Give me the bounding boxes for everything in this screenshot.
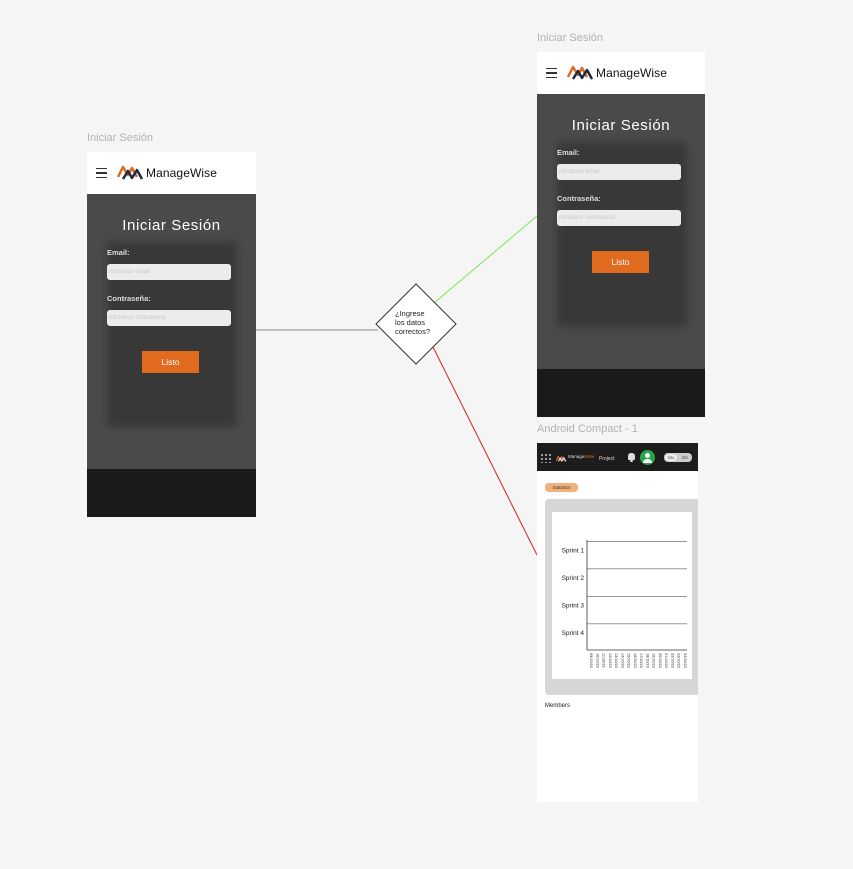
- connector-decision-yes: [433, 215, 538, 304]
- brand-name: ManageWise: [146, 166, 218, 180]
- brand-suffix: Wise: [584, 454, 595, 459]
- x-tick-label: 15/10/23: [627, 653, 631, 668]
- decision-line-2: los datos: [395, 318, 426, 327]
- x-tick-label: 16/10/23: [633, 653, 637, 668]
- x-tick-label: 21/10/23: [664, 653, 668, 668]
- decision-line-1: ¿Ingrese: [395, 309, 425, 318]
- members-heading: Members: [545, 703, 571, 709]
- bell-icon[interactable]: [628, 453, 635, 462]
- login-screen-left: ManageWise Iniciar Sesión Email: Contras…: [87, 152, 256, 517]
- email-input[interactable]: [107, 264, 231, 280]
- login-title: Iniciar Sesión: [571, 117, 671, 134]
- x-tick-label: 12/10/23: [608, 653, 612, 668]
- email-label: Email:: [557, 148, 580, 157]
- dashboard-brand: ManageWise: [568, 454, 594, 459]
- hamburger-menu-icon[interactable]: [96, 167, 107, 179]
- lang-en-option[interactable]: EN: [665, 454, 677, 461]
- connector-decision-no: [432, 346, 538, 556]
- grid-icon[interactable]: [540, 453, 552, 463]
- project-menu[interactable]: Project: [599, 456, 615, 462]
- x-tick-label: 23/10/23: [677, 653, 681, 668]
- x-tick-label: 22/10/23: [670, 653, 674, 668]
- password-input[interactable]: [107, 310, 231, 326]
- x-tick-label: 18/10/23: [645, 653, 649, 668]
- password-label: Contraseña:: [107, 294, 151, 303]
- x-tick-label: 14/10/23: [620, 653, 624, 668]
- sprint-chart-svg: Sprint 1 Sprint 2 Sprint 3 Sprint 4 09/10/23…: [562, 540, 687, 668]
- sprint-label-3: Sprint 3: [562, 602, 585, 609]
- sprint-chart: Sprint 1 Sprint 2 Sprint 3 Sprint 4 09/10/23…: [552, 512, 692, 679]
- android-dashboard: ManageWise Project EN ES Statistics Spri…: [537, 443, 698, 802]
- x-tick-label: 11/10/23: [602, 653, 606, 668]
- managewise-logo-icon: [555, 455, 567, 463]
- x-tick-label: 17/10/23: [639, 653, 643, 668]
- password-label: Contraseña:: [557, 194, 601, 203]
- sprint-label-1: Sprint 1: [562, 547, 585, 554]
- login-topbar: ManageWise: [537, 52, 705, 94]
- sprint-label-4: Sprint 4: [562, 630, 585, 637]
- dashboard-topbar: ManageWise Project EN ES: [537, 443, 698, 471]
- email-input[interactable]: [557, 164, 681, 180]
- hamburger-menu-icon[interactable]: [546, 67, 557, 79]
- login-footer: [87, 469, 256, 517]
- brand-logo: ManageWise: [567, 63, 667, 83]
- brand-prefix: Manage: [568, 454, 585, 459]
- login-screen-right: ManageWise Iniciar Sesión Email: Contras…: [537, 52, 705, 417]
- lang-es-option[interactable]: ES: [679, 454, 691, 461]
- decision-line-3: correctos?: [395, 327, 431, 336]
- managewise-logo-icon: [117, 165, 143, 180]
- submit-button[interactable]: Listo: [592, 251, 649, 273]
- brand-name: ManageWise: [596, 66, 668, 80]
- login-footer: [537, 369, 705, 417]
- avatar-icon[interactable]: [640, 450, 655, 465]
- submit-button[interactable]: Listo: [142, 351, 199, 373]
- x-tick-label: 24/10/23: [683, 653, 687, 668]
- login-topbar: ManageWise: [87, 152, 256, 194]
- language-toggle[interactable]: EN ES: [664, 453, 692, 462]
- statistics-badge[interactable]: Statistics: [545, 483, 578, 492]
- x-tick-label: 09/10/23: [589, 653, 593, 668]
- sprint-chart-card: Sprint 1 Sprint 2 Sprint 3 Sprint 4 09/10/23…: [545, 499, 698, 695]
- email-label: Email:: [107, 248, 130, 257]
- x-tick-label: 10/10/23: [595, 653, 599, 668]
- managewise-logo-icon: [567, 65, 593, 80]
- password-input[interactable]: [557, 210, 681, 226]
- x-tick-label: 19/10/23: [652, 653, 656, 668]
- sprint-label-2: Sprint 2: [562, 575, 585, 582]
- x-tick-label: 20/10/23: [658, 653, 662, 668]
- x-tick-label: 13/10/23: [614, 653, 618, 668]
- decision-text: ¿Ingrese los datos correctos?: [395, 309, 430, 336]
- brand-logo: ManageWise: [117, 163, 217, 183]
- login-title: Iniciar Sesión: [122, 217, 221, 234]
